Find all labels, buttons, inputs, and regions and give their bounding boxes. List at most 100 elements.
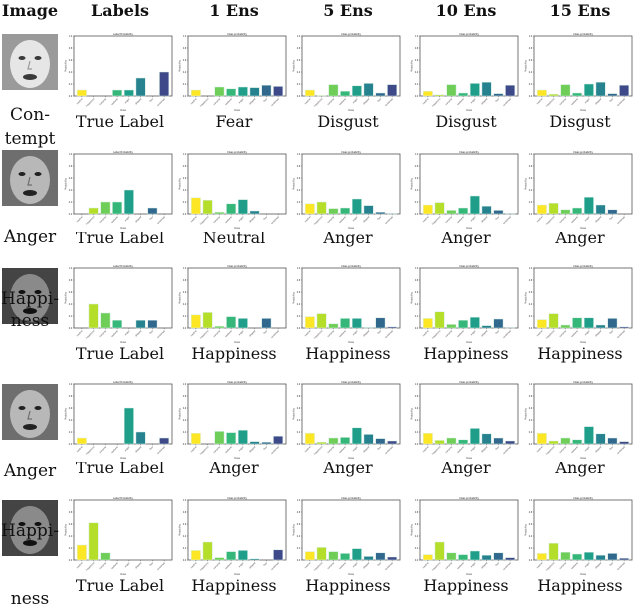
probability-bar-chart: Class probability 0.0 0.2 0.4 0.6 0.8 1.0 Proba… bbox=[524, 262, 636, 346]
bar-neutral bbox=[190, 550, 201, 561]
bar-anger bbox=[351, 318, 362, 329]
bar-contempt bbox=[387, 213, 398, 215]
y-tick-label: 0.4 bbox=[69, 419, 73, 422]
bar-contempt bbox=[387, 556, 398, 561]
y-tick-label: 1.0 bbox=[297, 35, 301, 38]
face-image bbox=[2, 384, 58, 440]
y-tick-label: 0.4 bbox=[297, 303, 301, 306]
bar-disgust bbox=[249, 87, 260, 97]
y-tick-label: 0.8 bbox=[69, 279, 73, 282]
y-tick-label: 0.8 bbox=[183, 47, 187, 50]
bar-fear bbox=[147, 207, 158, 215]
bar-anger bbox=[237, 550, 248, 561]
y-tick-label: 0.0 bbox=[529, 95, 533, 98]
probability-bar-chart: Class probability 0.0 0.2 0.4 0.6 0.8 1.0 Proba… bbox=[178, 148, 290, 232]
y-tick-label: 0.4 bbox=[415, 303, 419, 306]
prediction-label: Disgust bbox=[317, 112, 379, 131]
bar-anger bbox=[123, 189, 134, 215]
bar-disgust bbox=[363, 83, 374, 97]
bar-happiness bbox=[548, 542, 559, 561]
bar-happiness bbox=[316, 441, 327, 445]
y-tick-label: 0.6 bbox=[529, 523, 533, 526]
x-axis-label: Class bbox=[234, 457, 241, 460]
y-tick-label: 0.4 bbox=[183, 71, 187, 74]
chart-title: Class probability bbox=[227, 151, 247, 154]
bar-contempt bbox=[387, 326, 398, 329]
x-axis-label: Class bbox=[120, 341, 127, 344]
bar-disgust bbox=[363, 205, 374, 215]
y-tick-label: 0.4 bbox=[297, 189, 301, 192]
header-labels: Labels bbox=[90, 1, 150, 20]
y-tick-label: 0.0 bbox=[183, 327, 187, 330]
bar-contempt bbox=[619, 326, 630, 329]
y-tick-label: 1.0 bbox=[297, 499, 301, 502]
bar-surprise bbox=[328, 323, 339, 329]
y-tick-label: 0.8 bbox=[183, 511, 187, 514]
x-axis-label: Class bbox=[466, 457, 473, 460]
plot-frame bbox=[301, 383, 401, 445]
y-tick-label: 0.2 bbox=[297, 83, 301, 86]
bar-neutral bbox=[304, 89, 315, 97]
bar-anger bbox=[469, 83, 480, 97]
y-tick-label: 0.8 bbox=[529, 511, 533, 514]
plot-frame bbox=[73, 383, 173, 445]
bar-contempt bbox=[273, 86, 284, 97]
y-tick-label: 0.4 bbox=[183, 419, 187, 422]
bar-happiness bbox=[202, 541, 213, 561]
chart-title: Class probability bbox=[341, 265, 361, 268]
chart-title: Class probability bbox=[227, 265, 247, 268]
bar-anger bbox=[583, 551, 594, 561]
y-axis-label: Probability bbox=[293, 60, 296, 72]
y-tick-label: 0.0 bbox=[297, 213, 301, 216]
bar-disgust bbox=[481, 325, 492, 329]
y-tick-label: 1.0 bbox=[69, 267, 73, 270]
bar-anger bbox=[469, 550, 480, 561]
y-tick-label: 0.4 bbox=[529, 535, 533, 538]
chart-title: Label Probability bbox=[113, 265, 133, 268]
bar-anger bbox=[351, 427, 362, 445]
bar-contempt bbox=[505, 84, 516, 97]
bar-sadness bbox=[340, 318, 351, 329]
bar-contempt bbox=[505, 440, 516, 445]
prediction-label: Happiness bbox=[305, 576, 391, 595]
y-axis-label: Probability bbox=[65, 524, 68, 536]
y-tick-label: 1.0 bbox=[183, 153, 187, 156]
y-axis-label: Probability bbox=[179, 524, 182, 536]
y-tick-label: 0.8 bbox=[297, 279, 301, 282]
y-tick-label: 0.2 bbox=[183, 315, 187, 318]
y-tick-label: 0.4 bbox=[529, 419, 533, 422]
y-tick-label: 1.0 bbox=[415, 383, 419, 386]
bar-surprise bbox=[328, 551, 339, 561]
y-tick-label: 0.4 bbox=[183, 189, 187, 192]
bar-fear bbox=[261, 441, 272, 445]
bar-surprise bbox=[328, 208, 339, 215]
x-axis-label: Class bbox=[466, 573, 473, 576]
y-tick-label: 0.8 bbox=[183, 395, 187, 398]
y-tick-label: 0.6 bbox=[69, 59, 73, 62]
bar-surprise bbox=[100, 552, 111, 561]
chart-title: Class probability bbox=[459, 381, 479, 384]
row-true-label: ness bbox=[10, 589, 50, 609]
prediction-label: True Label bbox=[75, 112, 165, 131]
y-tick-label: 0.2 bbox=[529, 431, 533, 434]
bar-surprise bbox=[560, 437, 571, 445]
bar-surprise bbox=[560, 84, 571, 97]
y-axis-label: Probability bbox=[411, 524, 414, 536]
y-tick-label: 0.0 bbox=[297, 95, 301, 98]
bar-disgust bbox=[363, 556, 374, 561]
y-tick-label: 0.2 bbox=[183, 431, 187, 434]
x-axis-label: Class bbox=[234, 341, 241, 344]
row-true-label: ness bbox=[10, 311, 50, 331]
y-axis-label: Probability bbox=[525, 178, 528, 190]
bar-surprise bbox=[214, 431, 225, 445]
bar-neutral bbox=[190, 432, 201, 445]
face-image bbox=[2, 34, 58, 90]
bar-happiness bbox=[316, 313, 327, 329]
y-tick-label: 0.6 bbox=[183, 523, 187, 526]
chart-title: Class probability bbox=[459, 265, 479, 268]
bar-fear bbox=[375, 92, 386, 97]
bar-happiness bbox=[434, 440, 445, 445]
bar-surprise bbox=[214, 86, 225, 97]
probability-bar-chart: Class probability 0.0 0.2 0.4 0.6 0.8 1.0 Proba… bbox=[524, 30, 636, 114]
y-tick-label: 0.4 bbox=[415, 189, 419, 192]
